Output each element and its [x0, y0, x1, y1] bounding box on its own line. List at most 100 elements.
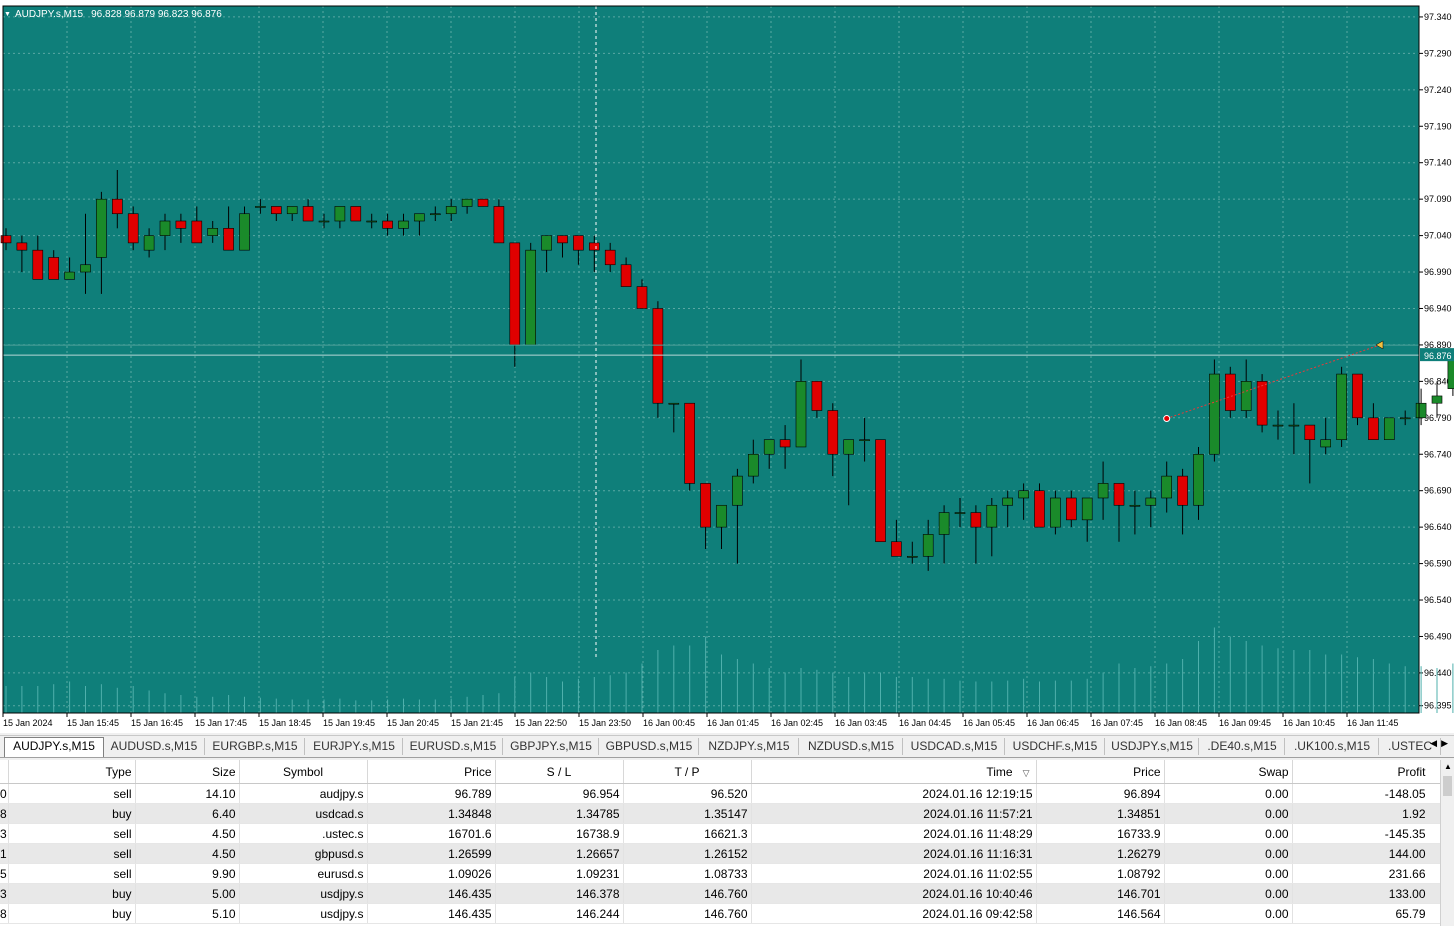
candle-body — [1177, 475, 1188, 506]
trade-cell-swap: 0.00 — [1164, 883, 1293, 904]
column-header-sl[interactable]: S / L — [495, 760, 624, 784]
column-header-current-price[interactable]: Price — [1036, 760, 1165, 784]
chart-tab[interactable]: NZDUSD.s,M15 — [800, 738, 903, 755]
candle-body — [859, 439, 870, 441]
candle-body — [716, 504, 727, 528]
trade-cell-profit: 1.92 — [1292, 803, 1443, 824]
trade-table-scrollbar[interactable]: ▲ — [1440, 760, 1454, 926]
chart-window[interactable]: 97.340 97.290 97.240 97.190 97.140 97.090 97.0… — [0, 0, 1454, 733]
candle-body — [398, 220, 409, 229]
candle-body — [604, 249, 616, 266]
candle-body — [143, 235, 155, 251]
collapse-triangle-icon[interactable]: ▼ — [4, 11, 11, 18]
trade-cell-time: 2024.01.16 12:19:15 — [751, 783, 1037, 804]
chart-tab[interactable]: USDCAD.s,M15 — [904, 738, 1005, 755]
column-header-symbol[interactable]: Symbol — [239, 760, 368, 784]
scroll-up-arrow-icon[interactable]: ▲ — [1444, 762, 1452, 771]
candle-body — [843, 439, 855, 455]
candle-body — [1050, 497, 1061, 528]
trade-row[interactable]: 3 buy 5.00 usdjpy.s 146.435 146.378 146.760 202… — [0, 883, 1443, 904]
trade-panel: Type Size Symbol Price S / L T / P Time … — [0, 760, 1454, 926]
chart-ohlc-label: 96.828 96.879 96.823 96.876 — [91, 8, 222, 20]
scrollbar-thumb[interactable] — [1443, 776, 1452, 796]
column-header-type[interactable]: Type — [8, 760, 136, 784]
chart-tab[interactable]: USDCHF.s,M15 — [1006, 738, 1105, 755]
price-axis-label: 96.590 — [1424, 559, 1452, 569]
trade-cell-swap: 0.00 — [1164, 823, 1293, 844]
trade-cell-tp: 146.760 — [623, 903, 752, 924]
candle-body — [1161, 475, 1172, 499]
chart-tab[interactable]: GBPUSD.s,M15 — [600, 738, 699, 755]
candle-body — [763, 439, 775, 455]
price-axis-label: 96.440 — [1424, 668, 1452, 678]
candle-body — [986, 504, 998, 528]
price-axis-label: 97.090 — [1424, 194, 1452, 204]
column-header-time[interactable]: Time ▽ — [751, 760, 1037, 784]
candle-body — [652, 308, 664, 404]
trade-cell-symbol: audjpy.s — [239, 783, 368, 804]
trade-cell-sl: 16738.9 — [495, 823, 624, 844]
candle-body — [16, 242, 28, 251]
candle-body — [64, 271, 75, 280]
time-axis-label: 15 Jan 23:50 — [579, 718, 631, 728]
trade-cell-cur-price: 16733.9 — [1036, 823, 1165, 844]
candle-body — [270, 206, 282, 215]
column-header-swap[interactable]: Swap — [1164, 760, 1293, 784]
trade-cell-size: 4.50 — [135, 823, 240, 844]
candle-body — [1097, 483, 1109, 499]
chart-plot-area[interactable] — [3, 6, 1419, 713]
candle-body — [620, 264, 632, 287]
trade-row[interactable]: 3 sell 4.50 .ustec.s 16701.6 16738.9 16621.3 20… — [0, 823, 1443, 844]
trade-cell-profit: 65.79 — [1292, 903, 1443, 924]
trade-cell-time: 2024.01.16 11:48:29 — [751, 823, 1037, 844]
column-header-price[interactable]: Price — [367, 760, 496, 784]
chart-tab[interactable]: USDJPY.s,M15 — [1106, 738, 1199, 755]
candle-body — [573, 235, 584, 251]
time-axis-label: 15 Jan 19:45 — [323, 718, 375, 728]
candle-body — [1002, 497, 1014, 506]
trade-cell-id: 3 — [0, 823, 9, 844]
chart-tab[interactable]: NZDJPY.s,M15 — [700, 738, 799, 755]
price-chart[interactable]: 97.340 97.290 97.240 97.190 97.140 97.090 97.0… — [0, 0, 1454, 733]
trade-cell-cur-price: 146.701 — [1036, 883, 1165, 904]
chart-tab[interactable]: EURUSD.s,M15 — [404, 738, 503, 755]
candle-body — [239, 213, 250, 251]
trade-row[interactable]: 8 buy 6.40 usdcad.s 1.34848 1.34785 1.35147 202… — [0, 803, 1443, 824]
trade-cell-symbol: .ustec.s — [239, 823, 368, 844]
candle-body — [1081, 497, 1093, 521]
time-axis-label: 15 Jan 16:45 — [131, 718, 183, 728]
candle-body — [80, 264, 91, 273]
chart-tab[interactable]: EURGBP.s,M15 — [206, 738, 305, 755]
chart-symbol-label: AUDJPY.s,M15 — [14, 8, 84, 20]
trade-cell-type: buy — [8, 803, 136, 824]
trade-row[interactable]: 5 sell 9.90 eurusd.s 1.09026 1.09231 1.08733 20… — [0, 863, 1443, 884]
time-axis-label: 16 Jan 03:45 — [835, 718, 887, 728]
candle-body — [1272, 424, 1284, 427]
trade-row[interactable]: 1 sell 4.50 gbpusd.s 1.26599 1.26657 1.26152 20… — [0, 843, 1443, 864]
price-axis-label: 96.790 — [1424, 413, 1452, 423]
trade-row[interactable]: 0 sell 14.10 audjpy.s 96.789 96.954 96.520 2024… — [0, 783, 1443, 804]
price-axis-label: 96.540 — [1424, 595, 1452, 605]
time-axis-label: 16 Jan 00:45 — [643, 718, 695, 728]
trade-cell-swap: 0.00 — [1164, 863, 1293, 884]
tab-scroll-arrows-icon[interactable]: ◀▶ — [1430, 738, 1452, 749]
column-header-size[interactable]: Size — [135, 760, 240, 784]
column-header-id[interactable] — [0, 760, 9, 784]
time-axis-label: 16 Jan 02:45 — [771, 718, 823, 728]
chart-tab[interactable]: GBPJPY.s,M15 — [504, 738, 599, 755]
chart-tab[interactable]: AUDUSD.s,M15 — [104, 738, 205, 755]
time-axis-label: 15 Jan 2024 — [3, 718, 53, 728]
trade-cell-sl: 146.244 — [495, 903, 624, 924]
chart-tab[interactable]: EURJPY.s,M15 — [306, 738, 403, 755]
candle-body — [1034, 490, 1045, 528]
time-axis-label: 16 Jan 09:45 — [1219, 718, 1271, 728]
column-header-profit[interactable]: Profit — [1292, 760, 1443, 784]
chart-tab[interactable]: .UK100.s,M15 — [1286, 738, 1379, 755]
candle-body — [1209, 373, 1220, 455]
chart-tab[interactable]: AUDJPY.s,M15 — [4, 737, 104, 757]
trade-row[interactable]: 8 buy 5.10 usdjpy.s 146.435 146.244 146.760 202… — [0, 903, 1443, 924]
chart-tab[interactable]: .DE40.s,M15 — [1200, 738, 1285, 755]
time-axis-label: 15 Jan 22:50 — [515, 718, 567, 728]
candle-body — [1240, 381, 1252, 411]
column-header-tp[interactable]: T / P — [623, 760, 752, 784]
